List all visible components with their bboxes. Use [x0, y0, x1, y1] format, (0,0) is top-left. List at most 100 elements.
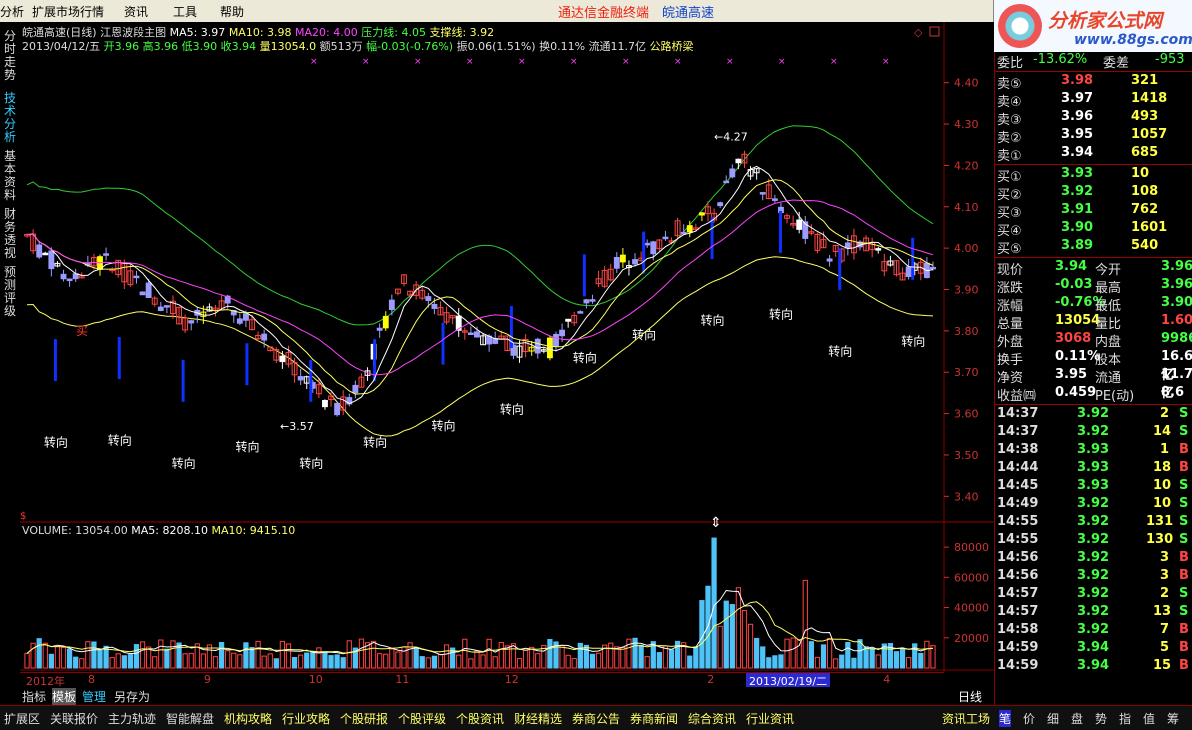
turn-label: 转向	[573, 350, 597, 365]
volume-ma5: MA5: 8208.10	[131, 524, 208, 537]
turn-signal-bar	[245, 343, 249, 386]
tab-financials[interactable]: 财务透视	[2, 208, 18, 260]
volume-bar	[754, 637, 760, 669]
ask-price: 3.95	[1061, 127, 1094, 142]
turn-signal-bar	[582, 254, 586, 297]
volume-bar	[918, 652, 924, 669]
ask-level-label: 卖②	[997, 131, 1022, 146]
tick-side: S	[1179, 496, 1189, 511]
tab-fundamentals[interactable]: 基本资料	[2, 150, 18, 202]
splitter-handle-icon[interactable]: ⇕	[710, 515, 722, 531]
bid-ratio-value: -13.62%	[1033, 52, 1088, 67]
status-tab[interactable]: 行业资讯	[746, 710, 794, 727]
quote-view-tab[interactable]: 盘	[1071, 710, 1083, 727]
tab-rating[interactable]: 预测评级	[2, 266, 18, 318]
status-tab[interactable]: 关联报价	[50, 710, 98, 727]
volume-bar	[589, 653, 596, 669]
status-info-workshop[interactable]: 资讯工场	[942, 710, 990, 727]
stat-value: 0.11%	[1055, 349, 1101, 364]
status-tab[interactable]: 智能解盘	[166, 710, 214, 727]
quote-stat-row: 现价 3.94 今开 3.96	[995, 259, 1192, 278]
top-marker: ×	[518, 57, 526, 67]
status-tab[interactable]: 机构攻略	[224, 710, 272, 727]
status-tab[interactable]: 券商新闻	[630, 710, 678, 727]
bid-volume: 1601	[1131, 220, 1168, 235]
tick-side: S	[1179, 514, 1189, 529]
status-tab[interactable]: 个股评级	[398, 710, 446, 727]
tick-volume: 2	[1160, 586, 1170, 601]
flower-logo-icon	[998, 4, 1042, 48]
volume-bar	[413, 647, 419, 669]
volume-bar	[91, 641, 97, 669]
tick-volume: 131	[1146, 514, 1174, 529]
bid-row: 买② 3.92 108	[995, 184, 1192, 203]
tick-volume: 2	[1160, 406, 1170, 421]
menu-news[interactable]: 资讯	[124, 3, 148, 20]
bid-row: 买⑤ 3.89 540	[995, 238, 1192, 257]
candle-body	[376, 327, 383, 331]
bid-price: 3.93	[1061, 166, 1094, 181]
tab-save-as[interactable]: 另存为	[114, 688, 150, 705]
volume-bar	[243, 642, 249, 669]
turn-label: 转向	[901, 333, 925, 348]
status-tab[interactable]: 财经精选	[514, 710, 562, 727]
volume-bar	[687, 655, 693, 669]
tab-template[interactable]: 模板	[52, 688, 77, 705]
status-tab[interactable]: 个股资讯	[456, 710, 504, 727]
candle-body	[474, 331, 480, 338]
ask-volume: 493	[1131, 109, 1159, 124]
quote-view-tab[interactable]: 指	[1119, 710, 1131, 727]
stat-value: 13054	[1055, 313, 1101, 328]
quote-view-tab[interactable]: 值	[1143, 710, 1155, 727]
stat-label: 净资	[997, 371, 1024, 386]
quote-view-tab[interactable]: 细	[1047, 710, 1059, 727]
tab-intraday[interactable]: 分时走势	[2, 30, 18, 82]
volume-bar	[899, 648, 906, 669]
stat-value: 0.459	[1055, 385, 1097, 400]
low-price-label: ←3.57	[280, 420, 314, 433]
tick-time: 14:55	[997, 514, 1039, 529]
candle-body	[157, 306, 164, 311]
ask-row: 卖② 3.95 1057	[995, 127, 1192, 146]
menu-tools[interactable]: 工具	[173, 3, 197, 20]
menu-analysis[interactable]: 分析	[0, 3, 24, 20]
top-marker: ×	[778, 57, 786, 67]
volume-tick-label: 80000	[954, 541, 989, 554]
tick-time: 14:57	[997, 604, 1039, 619]
tick-side: S	[1179, 586, 1189, 601]
menu-extended-market[interactable]: 扩展市场行情	[32, 3, 104, 20]
tick-price: 3.93	[1077, 478, 1110, 493]
stat-label: 今开	[1095, 263, 1122, 278]
status-tab[interactable]: 个股研报	[340, 710, 388, 727]
status-tab[interactable]: 行业攻略	[282, 710, 330, 727]
ask-volume: 1418	[1131, 91, 1168, 106]
top-marker: ×	[570, 57, 578, 67]
stat-label: PE(动)	[1095, 389, 1135, 404]
status-tab[interactable]: 综合资讯	[688, 710, 736, 727]
volume-bar	[127, 654, 134, 669]
tab-manage[interactable]: 管理	[82, 688, 106, 705]
stat-label: 最高	[1095, 281, 1122, 296]
status-tab[interactable]: 券商公告	[572, 710, 620, 727]
quote-view-tab[interactable]: 势	[1095, 710, 1107, 727]
quote-view-tab[interactable]: 笔	[999, 710, 1012, 727]
candle-body	[686, 225, 693, 233]
bid-level-label: 买⑤	[997, 242, 1022, 257]
status-tab[interactable]: 主力轨迹	[108, 710, 156, 727]
quote-view-tab[interactable]: 价	[1023, 710, 1035, 727]
bid-diff-label: 委差	[1103, 56, 1130, 71]
tab-technical[interactable]: 技术分析	[2, 92, 18, 144]
top-marker: ×	[362, 57, 370, 67]
stock-chart[interactable]: 4.40 4.30 4.20 4.10 4.00 3.90 3.80 3.70 3.60 3.50…	[20, 22, 994, 687]
stat-label: 换手	[997, 353, 1024, 368]
volume-bar	[893, 651, 900, 669]
tab-indicator[interactable]: 指标	[22, 688, 46, 705]
menu-help[interactable]: 帮助	[220, 3, 244, 20]
candle-body	[583, 299, 590, 304]
tick-time: 14:37	[997, 424, 1039, 439]
candle-body	[236, 318, 243, 324]
quote-view-tab[interactable]: 筹	[1167, 710, 1179, 727]
candle-body	[553, 333, 559, 347]
status-tab[interactable]: 扩展区	[4, 710, 40, 727]
period-label[interactable]: 日线	[958, 688, 982, 705]
